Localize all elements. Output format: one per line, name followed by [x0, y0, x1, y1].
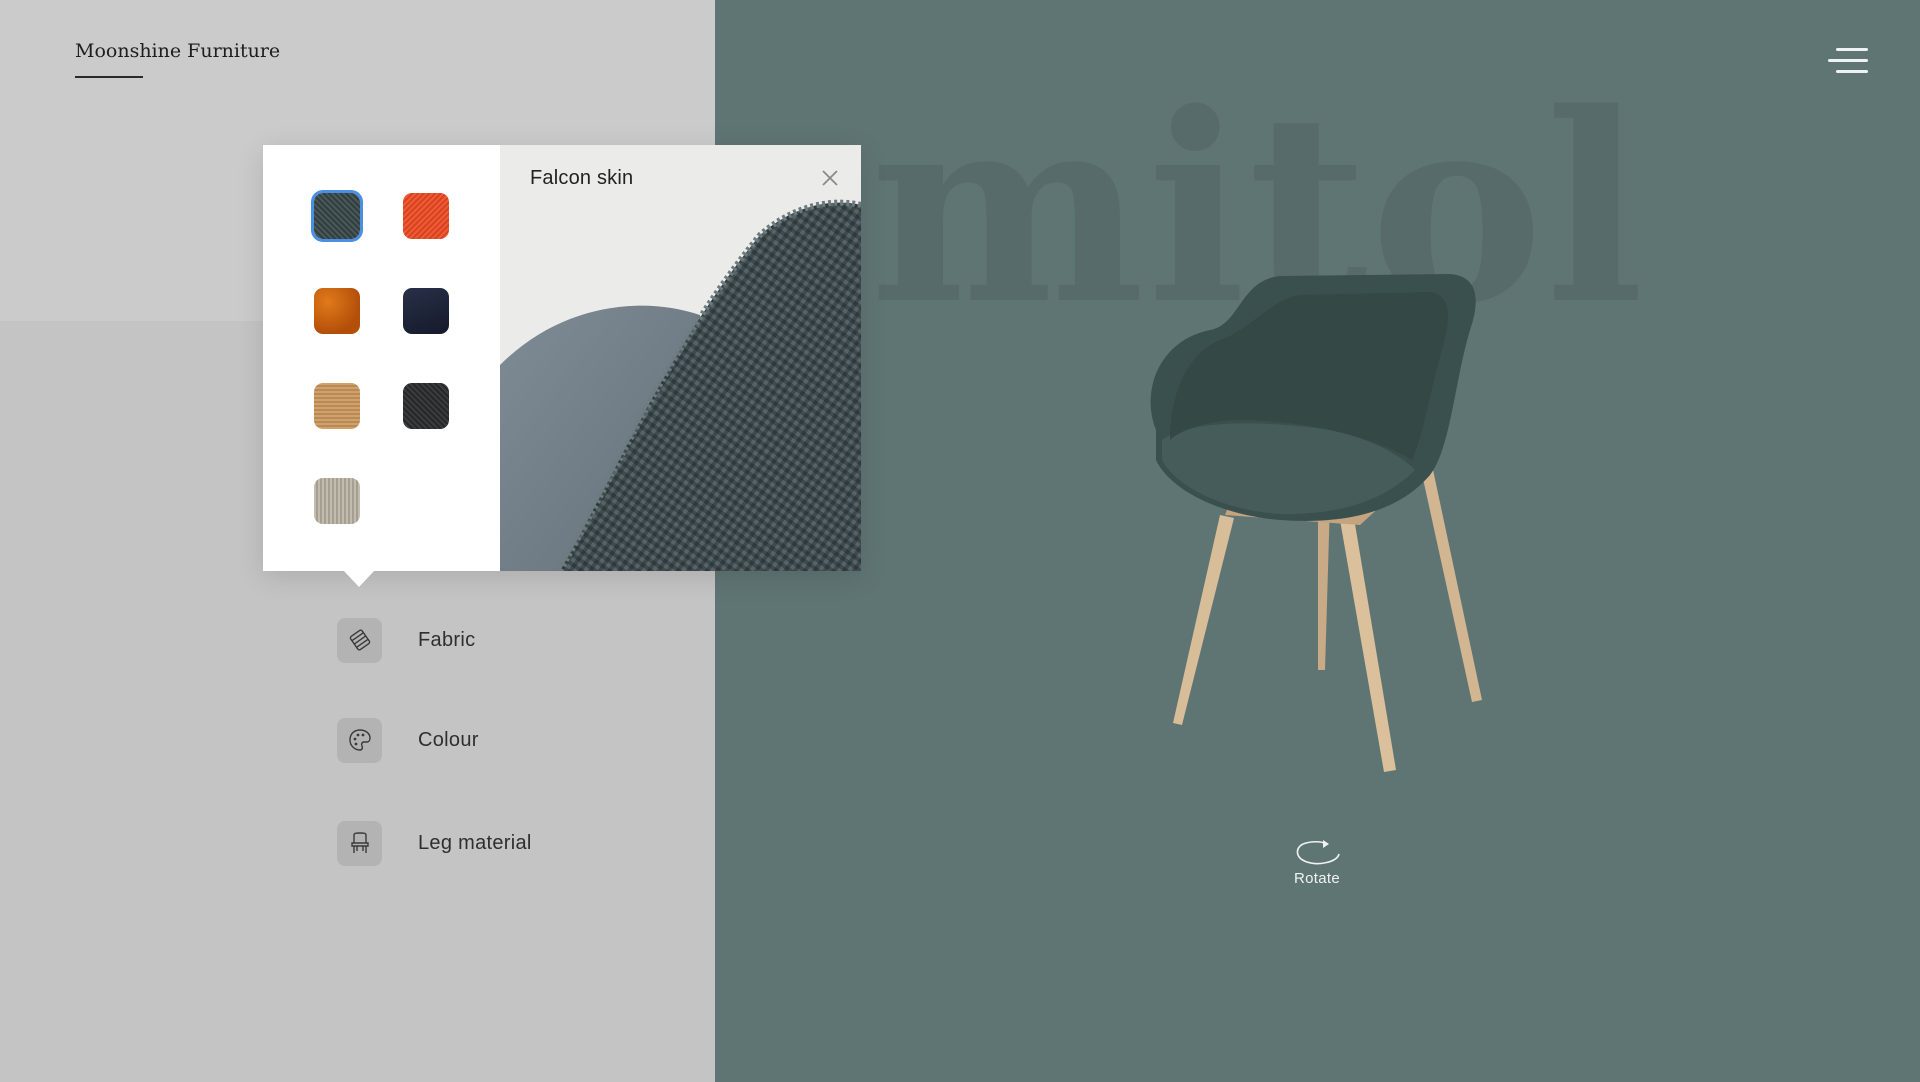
- popup-pointer: [343, 570, 375, 587]
- chair-leg-front-right: [1340, 518, 1396, 772]
- fabric-swatch-charcoal[interactable]: [403, 383, 449, 429]
- hamburger-menu-icon[interactable]: [1828, 46, 1868, 76]
- brand-underline: [75, 76, 143, 78]
- fabric-swatch-grid: [263, 145, 500, 571]
- option-label-fabric: Fabric: [418, 628, 476, 651]
- fabric-popup: Falcon skin: [263, 145, 861, 571]
- rotate-button[interactable]: Rotate: [1277, 838, 1357, 887]
- fabric-icon: [337, 617, 382, 663]
- chair-leg-front-left: [1173, 515, 1234, 725]
- fabric-swatch-navy[interactable]: [403, 288, 449, 334]
- fabric-swatch-linen[interactable]: [314, 478, 360, 524]
- palette-icon: [337, 717, 382, 763]
- rotate-label: Rotate: [1294, 870, 1340, 887]
- option-label-leg-material: Leg material: [418, 831, 532, 854]
- fabric-swatch-amber[interactable]: [314, 288, 360, 334]
- option-colour[interactable]: Colour: [337, 717, 479, 763]
- fabric-swatch-orange[interactable]: [403, 193, 449, 239]
- fabric-preview: Falcon skin: [500, 145, 861, 571]
- chair-image[interactable]: [1130, 270, 1500, 780]
- option-label-colour: Colour: [418, 728, 479, 751]
- chair-icon: [337, 820, 382, 866]
- chair-leg-back-left: [1318, 500, 1330, 670]
- fabric-swatch-tan[interactable]: [314, 383, 360, 429]
- close-icon[interactable]: [819, 167, 841, 189]
- option-fabric[interactable]: Fabric: [337, 617, 475, 663]
- brand-logo[interactable]: Moonshine Furniture: [75, 40, 280, 62]
- fabric-swatch-falcon-skin[interactable]: [311, 190, 363, 242]
- chair-leg-back-right: [1420, 465, 1482, 702]
- rotate-icon: [1296, 840, 1340, 865]
- fabric-name: Falcon skin: [530, 167, 634, 189]
- fabric-preview-image: [500, 199, 861, 571]
- option-leg-material[interactable]: Leg material: [337, 820, 532, 866]
